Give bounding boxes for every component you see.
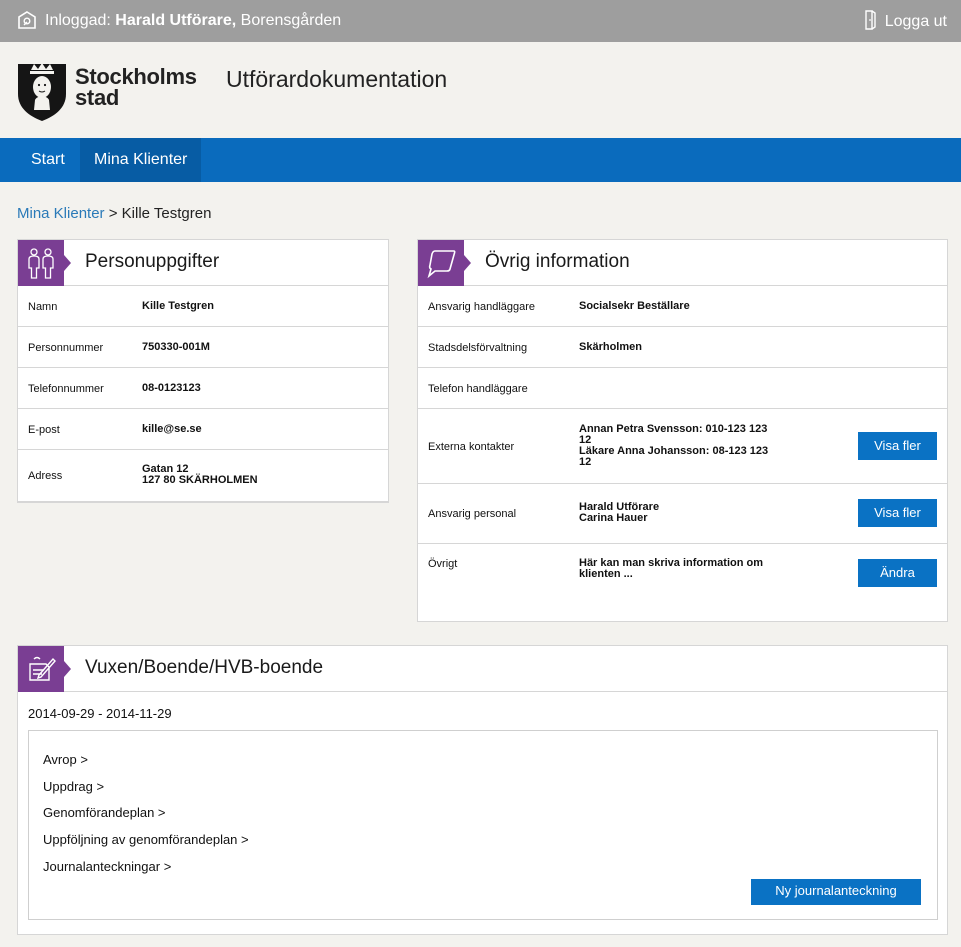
- stockholm-crest-logo[interactable]: [17, 60, 67, 122]
- page-header: Stockholms stad Utförardokumentation: [0, 42, 961, 138]
- login-status: Inloggad: Harald Utförare, Borensgården: [45, 12, 341, 30]
- row-value: Kille Testgren: [142, 300, 214, 312]
- breadcrumb-parent-link[interactable]: Mina Klienter: [17, 205, 105, 222]
- row-label: Personnummer: [28, 342, 104, 354]
- link-journalanteckningar[interactable]: Journalanteckningar >: [43, 859, 171, 874]
- main-nav: Start Mina Klienter: [0, 138, 961, 182]
- logo-line-2: stad: [75, 85, 120, 110]
- user-name: Harald Utförare,: [115, 12, 237, 29]
- logout-label: Logga ut: [884, 12, 947, 30]
- row-label: Namn: [28, 301, 58, 313]
- info-row-telefon-handlaggare: Telefon handläggare: [418, 368, 947, 409]
- breadcrumb: Mina Klienter > Kille Testgren: [17, 205, 211, 222]
- panel-title: Vuxen/Boende/HVB-boende: [85, 657, 324, 678]
- row-label: E-post: [28, 424, 60, 436]
- panel-title: Personuppgifter: [85, 251, 220, 272]
- logo-wordmark: Stockholms stad: [75, 64, 197, 110]
- info-row-ansvarig-personal: Ansvarig personal Harald Utförare Carina…: [418, 484, 947, 544]
- logo-line-1: Stockholms: [75, 64, 197, 89]
- link-avrop[interactable]: Avrop >: [43, 752, 88, 767]
- note-line: klienten ...: [579, 568, 633, 580]
- contact-line: Läkare Anna Johansson: 08-123 123: [579, 445, 769, 457]
- row-value: 750330-001M: [142, 341, 210, 353]
- row-label: Stadsdelsförvaltning: [428, 342, 528, 354]
- logout-icon: [865, 10, 876, 30]
- row-label: Övrigt: [428, 558, 458, 570]
- speech-bubble-icon: [418, 240, 471, 286]
- row-label: Telefon handläggare: [428, 383, 528, 395]
- row-value: Här kan man skriva information om klient…: [579, 558, 789, 580]
- logout-button[interactable]: Logga ut: [863, 10, 947, 31]
- info-row-stadsdel: Stadsdelsförvaltning Skärholmen: [418, 327, 947, 368]
- other-info-panel: Övrig information Ansvarig handläggare S…: [417, 239, 948, 622]
- row-value: Gatan 12 127 80 SKÄRHOLMEN: [142, 464, 258, 486]
- edit-button[interactable]: Ändra: [858, 559, 937, 587]
- people-icon: [18, 240, 71, 286]
- personal-info-panel: Personuppgifter Namn Kille Testgren Pers…: [17, 239, 389, 503]
- breadcrumb-separator: >: [108, 205, 118, 222]
- info-row-ovrigt: Övrigt Här kan man skriva information om…: [418, 544, 947, 620]
- show-more-staff-button[interactable]: Visa fler: [858, 499, 937, 527]
- row-label: Adress: [28, 470, 63, 482]
- home-icon[interactable]: [17, 10, 37, 30]
- nav-start[interactable]: Start: [17, 138, 79, 182]
- top-bar: Inloggad: Harald Utförare, Borensgården …: [0, 0, 961, 42]
- service-panel: Vuxen/Boende/HVB-boende 2014-09-29 - 201…: [17, 645, 948, 935]
- info-row-handlaggare: Ansvarig handläggare Socialsekr Beställa…: [418, 286, 947, 327]
- row-value: Annan Petra Svensson: 010-123 123 12 Läk…: [579, 424, 789, 468]
- info-row-name: Namn Kille Testgren: [18, 286, 388, 327]
- panel-header: Vuxen/Boende/HVB-boende: [18, 646, 947, 692]
- row-value: Skärholmen: [579, 341, 642, 353]
- login-prefix: Inloggad:: [45, 12, 111, 29]
- panel-header: Personuppgifter: [18, 240, 388, 286]
- link-uppfoljning[interactable]: Uppföljning av genomförandeplan >: [43, 832, 249, 847]
- service-period: 2014-09-29 - 2014-11-29: [28, 706, 172, 721]
- address-line-2: 127 80 SKÄRHOLMEN: [142, 474, 258, 486]
- contact-line: Annan Petra Svensson: 010-123 123: [579, 423, 768, 435]
- panel-header: Övrig information: [418, 240, 947, 286]
- row-value: Socialsekr Beställare: [579, 300, 690, 312]
- staff-line: Carina Hauer: [579, 512, 648, 524]
- app-title: Utförardokumentation: [226, 66, 448, 92]
- nav-mina-klienter[interactable]: Mina Klienter: [80, 138, 202, 182]
- info-row-email: E-post kille@se.se: [18, 409, 388, 450]
- contact-line: 12: [579, 456, 592, 468]
- row-label: Ansvarig handläggare: [428, 301, 536, 313]
- info-row-externa-kontakter: Externa kontakter Annan Petra Svensson: …: [418, 409, 947, 484]
- breadcrumb-current: Kille Testgren: [121, 205, 212, 222]
- new-journal-note-button[interactable]: Ny journalanteckning: [751, 879, 921, 905]
- pen-document-icon: [18, 646, 71, 692]
- service-links-box: Avrop > Uppdrag > Genomförandeplan > Upp…: [28, 730, 938, 920]
- panel-title: Övrig information: [485, 251, 630, 272]
- row-value: 08-0123123: [142, 382, 201, 394]
- info-row-phone: Telefonnummer 08-0123123: [18, 368, 388, 409]
- unit-name: Borensgården: [240, 12, 342, 29]
- row-value: kille@se.se: [142, 423, 202, 435]
- row-label: Externa kontakter: [428, 441, 515, 453]
- link-genomforandeplan[interactable]: Genomförandeplan >: [43, 805, 166, 820]
- info-row-personnummer: Personnummer 750330-001M: [18, 327, 388, 368]
- row-label: Telefonnummer: [28, 383, 104, 395]
- row-label: Ansvarig personal: [428, 508, 517, 520]
- show-more-contacts-button[interactable]: Visa fler: [858, 432, 937, 460]
- info-row-address: Adress Gatan 12 127 80 SKÄRHOLMEN: [18, 450, 388, 502]
- row-value: Harald Utförare Carina Hauer: [579, 502, 789, 524]
- link-uppdrag[interactable]: Uppdrag >: [43, 779, 104, 794]
